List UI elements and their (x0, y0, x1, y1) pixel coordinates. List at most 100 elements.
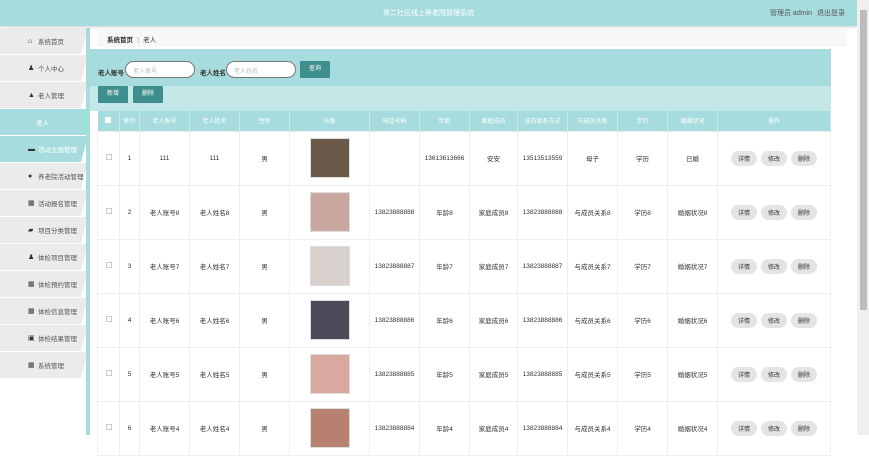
sidebar-item-6[interactable]: ▦ 活动报名管理 (0, 190, 88, 216)
sidebar-item-5[interactable]: ● 养老院活动管理 (0, 163, 88, 189)
table-cell: 13823888885 (517, 346, 568, 402)
delete-button[interactable]: 删除 (791, 258, 818, 274)
sidebar-item-4[interactable]: ▬ 活动主题管理 (0, 136, 88, 162)
delete-button[interactable]: 删除 (791, 420, 818, 436)
table-cell: 老人姓名4 (189, 400, 240, 456)
checkbox-cell (97, 130, 120, 186)
detail-button[interactable]: 详情 (730, 258, 757, 274)
edit-button[interactable]: 修改 (760, 150, 787, 166)
column-header: 老人姓名 (189, 111, 240, 131)
sidebar-item-label: 老人 (36, 120, 49, 127)
column-header: 老人账号 (139, 111, 190, 131)
checkbox-cell (97, 400, 120, 456)
table-cell: 5 (119, 346, 140, 402)
avatar (309, 138, 350, 178)
table-cell: 老人姓名6 (189, 292, 240, 348)
table-row: 5 老人账号5 老人姓名5 男 13823888885 年龄5 家庭成员5 138238888… (97, 346, 831, 402)
scrollbar[interactable] (857, 0, 869, 435)
table-cell: 与成员关系6 (567, 292, 618, 348)
checkbox-cell (97, 184, 120, 240)
sidebar-item-7[interactable]: ▰ 项目分类管理 (0, 217, 88, 243)
edit-button[interactable]: 修改 (760, 420, 787, 436)
avatar (309, 354, 350, 394)
detail-button[interactable]: 详情 (730, 420, 757, 436)
column-header: 性别 (239, 111, 290, 131)
sidebar-item-2[interactable]: ▲ 老人管理 (0, 82, 88, 108)
sidebar-item-8[interactable]: ♟ 体检项目管理 (0, 244, 88, 270)
detail-button[interactable]: 详情 (730, 366, 757, 382)
row-checkbox[interactable] (105, 316, 112, 322)
logout-link[interactable]: 退出登录 (817, 10, 845, 17)
table-cell: 与成员关系5 (567, 346, 618, 402)
row-checkbox[interactable] (105, 370, 112, 376)
delete-button[interactable]: 删除 (791, 150, 818, 166)
scrollbar-thumb[interactable] (860, 10, 867, 310)
sidebar-item-1[interactable]: ♟ 个人中心 (0, 55, 88, 81)
detail-button[interactable]: 详情 (730, 312, 757, 328)
sidebar-item-12[interactable]: ▦ 系统管理 (0, 352, 88, 378)
user-area: 管理员 admin 退出登录 (765, 8, 845, 18)
avatar (309, 246, 350, 286)
table-cell: 学历 (617, 130, 668, 186)
select-all[interactable] (97, 111, 120, 131)
table-cell: 年龄4 (419, 400, 470, 456)
table-cell: 年龄6 (419, 292, 470, 348)
checkbox-cell (97, 238, 120, 294)
actions-cell: 详情 修改 删除 (717, 130, 831, 186)
delete-button[interactable]: 删除 (791, 204, 818, 220)
sidebar-item-3[interactable]: 老人 (0, 109, 88, 135)
delete-button[interactable]: 删除 (791, 366, 818, 382)
row-checkbox[interactable] (105, 262, 112, 268)
edit-button[interactable]: 修改 (760, 366, 787, 382)
table-cell: 已婚 (667, 130, 718, 186)
table-cell: 婚姻状况7 (667, 238, 718, 294)
table-cell: 年龄5 (419, 346, 470, 402)
column-header: 操作 (717, 111, 831, 131)
row-checkbox[interactable] (105, 424, 112, 430)
pin-icon: ● (28, 172, 33, 180)
breadcrumb-home[interactable]: 系统首页 (107, 37, 133, 44)
table-cell: 13823888887 (517, 238, 568, 294)
delete-button[interactable]: 删除 (133, 86, 163, 103)
table-cell: 老人账号6 (139, 292, 190, 348)
table-cell: 与成员关系4 (567, 400, 618, 456)
row-checkbox[interactable] (105, 154, 112, 160)
row-checkbox[interactable] (105, 208, 112, 214)
table-cell: 2 (119, 184, 140, 240)
sidebar-item-10[interactable]: ▦ 体检信息管理 (0, 298, 88, 324)
table-cell: 学历5 (617, 346, 668, 402)
column-header: 成员联系方式 (517, 111, 568, 131)
table-cell: 13823888888 (517, 184, 568, 240)
column-header: 头像 (289, 111, 370, 131)
actions-cell: 详情 修改 删除 (717, 346, 831, 402)
detail-button[interactable]: 详情 (730, 204, 757, 220)
delete-button[interactable]: 删除 (791, 312, 818, 328)
table-cell: 男 (239, 238, 290, 294)
detail-button[interactable]: 详情 (730, 150, 757, 166)
account-input[interactable]: 老人账号 (125, 61, 195, 78)
edit-button[interactable]: 修改 (760, 312, 787, 328)
sidebar-item-0[interactable]: ⌂ 系统首页 (0, 28, 88, 54)
table-cell: 年龄8 (419, 184, 470, 240)
table-cell: 男 (239, 184, 290, 240)
edit-button[interactable]: 修改 (760, 204, 787, 220)
add-button[interactable]: 新增 (98, 86, 128, 103)
elder-table: 索引 老人账号 老人姓名 性别 头像 电话号码 年龄 家庭成员 成员联系方式 与成员关系 学历 婚姻状… (97, 111, 831, 456)
grid-icon: ▦ (28, 308, 35, 315)
sidebar-item-label: 体检信息管理 (38, 309, 77, 316)
table-row: 2 老人账号8 老人姓名8 男 13823888888 年龄8 家庭成员8 138238888… (97, 184, 831, 240)
table-row: 4 老人账号6 老人姓名6 男 13823888886 年龄6 家庭成员6 138238888… (97, 292, 831, 348)
sidebar-item-label: 个人中心 (38, 66, 64, 73)
table-cell: 家庭成员5 (469, 346, 518, 402)
column-header: 年龄 (419, 111, 470, 131)
table-cell: 老人账号4 (139, 400, 190, 456)
sidebar-item-9[interactable]: ▦ 体检预约管理 (0, 271, 88, 297)
breadcrumb-sep: ⋮ (134, 37, 142, 44)
sidebar-item-11[interactable]: ▣ 体检结果管理 (0, 325, 88, 351)
avatar-cell (289, 130, 370, 186)
edit-button[interactable]: 修改 (760, 258, 787, 274)
table-cell: 男 (239, 292, 290, 348)
name-input[interactable]: 老人姓名 (226, 61, 296, 78)
grid-icon: ▦ (28, 281, 35, 288)
query-button[interactable]: 查询 (300, 61, 330, 78)
